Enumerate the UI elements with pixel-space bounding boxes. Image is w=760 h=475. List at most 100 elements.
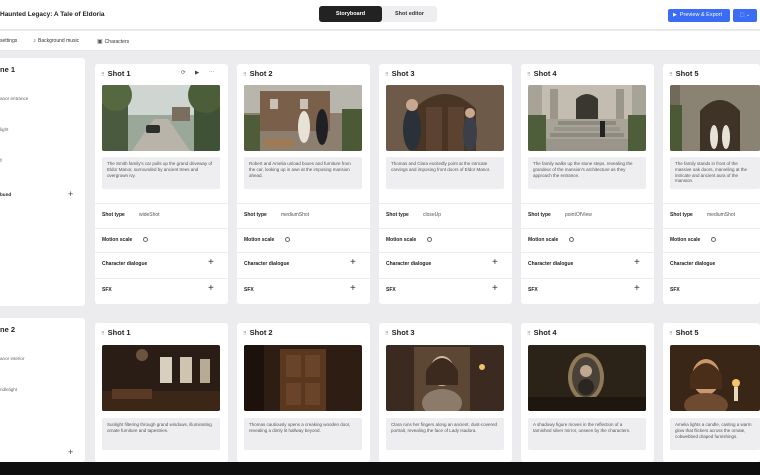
sfx-row[interactable]: SFX (663, 278, 760, 301)
add-sfx-icon[interactable]: + (350, 284, 356, 294)
shot-card[interactable]: ⠿ Shot 5 Amelia lights a candle, casting … (663, 323, 760, 462)
drag-handle-icon[interactable]: ⠿ (669, 72, 673, 78)
shot-type-value[interactable]: pointOfView (565, 212, 592, 218)
character-dialogue-row[interactable]: Character dialogue + (237, 252, 370, 275)
shot-type-value[interactable]: wideShot (139, 212, 160, 218)
scene-location[interactable]: anor interior (0, 356, 25, 361)
shot-description[interactable]: Thomas cautiously opens a creaking woode… (244, 418, 362, 450)
add-background-icon[interactable]: + (68, 190, 73, 199)
drag-handle-icon[interactable]: ⠿ (385, 331, 389, 337)
add-background-icon[interactable]: + (68, 448, 73, 457)
shot-image[interactable] (528, 345, 646, 411)
scene-weather[interactable]: y (0, 157, 2, 162)
shot-image[interactable] (102, 85, 220, 151)
shot-card[interactable]: ⠿ Shot 1 ⟳ ▶ ⋯ The Smith family's car pul… (95, 64, 228, 304)
drag-handle-icon[interactable]: ⠿ (243, 331, 247, 337)
motion-scale-indicator[interactable] (711, 237, 716, 242)
scene-location[interactable]: anor entrance (0, 96, 28, 101)
scene-lighting[interactable]: light (0, 127, 8, 132)
shot-image[interactable] (244, 345, 362, 411)
more-icon[interactable]: ⋯ (209, 70, 215, 76)
shot-description[interactable]: The family stands in front of the massiv… (670, 157, 760, 189)
shot-type-value[interactable]: closeUp (423, 212, 441, 218)
drag-handle-icon[interactable]: ⠿ (101, 331, 105, 337)
preview-export-button[interactable]: ▶ Preview & Export (668, 9, 730, 22)
shot-image[interactable] (670, 345, 760, 411)
shot-type-row[interactable]: Shot type pointOfView (521, 203, 654, 226)
shot-type-row[interactable]: Shot type wideShot (95, 203, 228, 226)
motion-scale-indicator[interactable] (569, 237, 574, 242)
drag-handle-icon[interactable]: ⠿ (385, 72, 389, 78)
briefcase-menu-button[interactable]: ⬚ ⌄ (733, 9, 757, 22)
character-dialogue-row[interactable]: Character dialogue (663, 252, 760, 275)
sfx-row[interactable]: SFX + (379, 278, 512, 301)
shot-description[interactable]: Sunlight filtering through grand windows… (102, 418, 220, 450)
shot-image[interactable] (386, 345, 504, 411)
background-music-button[interactable]: ♪ Background music (33, 38, 79, 44)
sfx-row[interactable]: SFX + (521, 278, 654, 301)
shot-image[interactable] (670, 85, 760, 151)
shot-type-row[interactable]: Shot type mediumShot (237, 203, 370, 226)
shot-description[interactable]: Amelia lights a candle, casting a warm g… (670, 418, 760, 450)
shot-title: ⠿ Shot 3 (385, 69, 415, 78)
shot-card[interactable]: ⠿ Shot 4 A shadowy figure moves in the re… (521, 323, 654, 462)
shot-card[interactable]: ⠿ Shot 4 The family walks up the stone st… (521, 64, 654, 304)
motion-scale-indicator[interactable] (285, 237, 290, 242)
sfx-row[interactable]: SFX + (237, 278, 370, 301)
scene-lighting[interactable]: ndlelight (0, 387, 17, 392)
shot-description[interactable]: The family walks up the stone steps, rev… (528, 157, 646, 189)
drag-handle-icon[interactable]: ⠿ (243, 72, 247, 78)
add-dialogue-icon[interactable]: + (208, 258, 214, 268)
character-dialogue-row[interactable]: Character dialogue + (379, 252, 512, 275)
shot-card[interactable]: ⠿ Shot 1 Sunlight filtering through grand… (95, 323, 228, 462)
sfx-row[interactable]: SFX + (95, 278, 228, 301)
shot-card[interactable]: ⠿ Shot 3 Clara runs her fingers along an … (379, 323, 512, 462)
motion-scale-row[interactable]: Motion scale (521, 228, 654, 251)
settings-button[interactable]: settings (0, 38, 17, 44)
sfx-label: SFX (386, 287, 396, 293)
drag-handle-icon[interactable]: ⠿ (101, 72, 105, 78)
character-dialogue-row[interactable]: Character dialogue + (95, 252, 228, 275)
candle-image (670, 345, 760, 411)
shot-card[interactable]: ⠿ Shot 3 Thomas and Clara excitedly point… (379, 64, 512, 304)
motion-scale-row[interactable]: Motion scale (663, 228, 760, 251)
characters-button[interactable]: ▣ Characters (97, 38, 129, 45)
shot-image[interactable] (528, 85, 646, 151)
shot-description[interactable]: Robert and Amelia unload boxes and furni… (244, 157, 362, 189)
add-dialogue-icon[interactable]: + (634, 258, 640, 268)
regenerate-icon[interactable]: ⟳ (181, 70, 186, 76)
drag-handle-icon[interactable]: ⠿ (527, 331, 531, 337)
motion-scale-row[interactable]: Motion scale (237, 228, 370, 251)
character-dialogue-row[interactable]: Character dialogue + (521, 252, 654, 275)
shot-image[interactable] (386, 85, 504, 151)
add-sfx-icon[interactable]: + (208, 284, 214, 294)
motion-scale-indicator[interactable] (143, 237, 148, 242)
shot-image[interactable] (244, 85, 362, 151)
shot-card[interactable]: ⠿ Shot 2 Robert and Amelia unload boxes a… (237, 64, 370, 304)
add-sfx-icon[interactable]: + (634, 284, 640, 294)
shot-type-value[interactable]: mediumShot (281, 212, 309, 218)
shot-type-value[interactable]: mediumShot (707, 212, 735, 218)
shot-description[interactable]: Thomas and Clara excitedly point at the … (386, 157, 504, 189)
tab-storyboard[interactable]: Storyboard (319, 6, 382, 22)
drag-handle-icon[interactable]: ⠿ (669, 331, 673, 337)
shot-card[interactable]: ⠿ Shot 2 Thomas cautiously opens a creaki… (237, 323, 370, 462)
shot-type-row[interactable]: Shot type closeUp (379, 203, 512, 226)
add-sfx-icon[interactable]: + (492, 284, 498, 294)
scene-title: ne 1 (0, 65, 16, 74)
motion-scale-row[interactable]: Motion scale (379, 228, 512, 251)
motion-scale-indicator[interactable] (427, 237, 432, 242)
shot-image[interactable] (102, 345, 220, 411)
play-icon[interactable]: ▶ (195, 70, 199, 76)
shot-description[interactable]: The Smith family's car pulls up the gran… (102, 157, 220, 189)
shot-description[interactable]: A shadowy figure moves in the reflection… (528, 418, 646, 450)
add-dialogue-icon[interactable]: + (492, 258, 498, 268)
shot-card[interactable]: ⠿ Shot 5 The family stands in front of th… (663, 64, 760, 304)
add-dialogue-icon[interactable]: + (350, 258, 356, 268)
tab-shot-editor[interactable]: Shot editor (382, 6, 437, 22)
drag-handle-icon[interactable]: ⠿ (527, 72, 531, 78)
shot-type-row[interactable]: Shot type mediumShot (663, 203, 760, 226)
shot-description[interactable]: Clara runs her fingers along an ancient,… (386, 418, 504, 450)
shot-title: ⠿ Shot 1 (101, 69, 131, 78)
motion-scale-row[interactable]: Motion scale (95, 228, 228, 251)
